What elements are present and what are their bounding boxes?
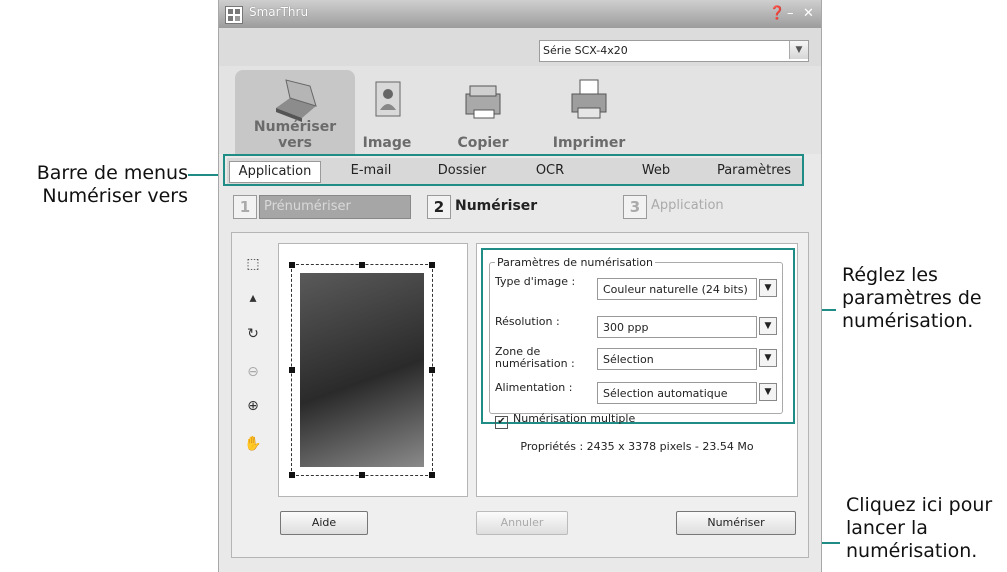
callout-line-3: numérisation. xyxy=(842,310,974,332)
tool-copy[interactable]: Copier xyxy=(433,70,533,154)
step-1-number: 1 xyxy=(233,195,257,219)
menu-bar-highlight xyxy=(223,154,804,186)
selection-handle[interactable] xyxy=(289,262,295,268)
scan-panel: ⬚ ▴ ↻ ⊖ ⊕ ✋ Paramètres de numérisation T… xyxy=(231,232,809,558)
callout-menu-bar: Barre de menus Numériser vers xyxy=(8,162,188,208)
tool-bar: Numériser vers Image Copier Imprimer xyxy=(219,66,821,154)
image-type-select[interactable]: Couleur naturelle (24 bits) xyxy=(597,278,757,300)
help-icon[interactable]: ❓ xyxy=(769,6,785,21)
chevron-down-icon[interactable]: ▼ xyxy=(789,41,808,59)
callout-menu-connector xyxy=(188,174,222,176)
settings-group-title: Paramètres de numérisation xyxy=(495,256,656,269)
preview-image xyxy=(300,273,424,467)
feed-select[interactable]: Sélection automatique xyxy=(597,382,757,404)
step-1-tab[interactable]: Prénumériser xyxy=(259,195,411,219)
model-bar: Série SCX-4x20 ▼ xyxy=(219,28,821,67)
chevron-down-icon[interactable]: ▼ xyxy=(759,383,777,401)
tool-label: Image xyxy=(362,135,412,151)
callout-line-1: Réglez les xyxy=(842,264,938,286)
step-1-label: Prénumériser xyxy=(264,199,351,214)
window-title: SmarThru xyxy=(249,5,309,19)
preview-toolstrip: ⬚ ▴ ↻ ⊖ ⊕ ✋ xyxy=(232,243,276,493)
step-3-label[interactable]: Application xyxy=(651,198,724,213)
image-type-value: Couleur naturelle (24 bits) xyxy=(603,283,748,296)
tool-image[interactable]: Image xyxy=(347,70,427,154)
zoom-out-icon[interactable]: ⊖ xyxy=(242,361,264,383)
chevron-down-icon[interactable]: ▼ xyxy=(759,349,777,367)
chevron-down-icon[interactable]: ▼ xyxy=(759,279,777,297)
chevron-down-icon[interactable]: ▼ xyxy=(759,317,777,335)
copier-icon xyxy=(465,85,501,119)
tool-print[interactable]: Imprimer xyxy=(539,70,639,154)
step-2-label[interactable]: Numériser xyxy=(455,198,537,214)
scan-area-label: Zone de numérisation : xyxy=(495,346,575,370)
help-button[interactable]: Aide xyxy=(280,511,368,535)
rotate-icon[interactable]: ↻ xyxy=(242,323,264,345)
model-select-value: Série SCX-4x20 xyxy=(543,44,628,57)
callout-settings: Réglez les paramètres de numérisation. xyxy=(842,264,982,333)
checkbox-check[interactable]: ✔ xyxy=(495,416,508,429)
tool-scan-to[interactable]: Numériser vers xyxy=(235,70,355,154)
tool-label: Copier xyxy=(457,135,509,151)
selection-handle[interactable] xyxy=(359,472,365,478)
image-type-label: Type d'image : xyxy=(495,275,576,288)
close-icon[interactable]: ✕ xyxy=(803,6,814,21)
step-3-number: 3 xyxy=(623,195,647,219)
feed-value: Sélection automatique xyxy=(603,387,728,400)
minimize-icon[interactable]: – xyxy=(787,6,794,21)
selection-handle[interactable] xyxy=(429,367,435,373)
scan-area-label-line: numérisation : xyxy=(495,357,575,370)
scan-area-value: Sélection xyxy=(603,353,654,366)
multi-scan-checkbox[interactable]: ✔ Numérisation multiple xyxy=(495,412,635,429)
step-bar: 1 Prénumériser 2 Numériser 3 Application xyxy=(227,195,817,223)
tool-label: Imprimer xyxy=(552,135,626,151)
selection-handle[interactable] xyxy=(289,472,295,478)
printer-icon xyxy=(571,79,607,119)
image-properties: Propriétés : 2435 x 3378 pixels - 23.54 … xyxy=(520,440,754,453)
zoom-in-icon[interactable]: ⊕ xyxy=(242,395,264,417)
feed-label: Alimentation : xyxy=(495,381,573,394)
model-select[interactable]: Série SCX-4x20 ▼ xyxy=(539,40,809,62)
select-area-icon[interactable]: ⬚ xyxy=(242,253,264,275)
scan-button[interactable]: Numériser xyxy=(676,511,796,535)
preview-selection[interactable] xyxy=(289,262,435,478)
callout-line-2: paramètres de xyxy=(842,287,982,309)
scan-area-select[interactable]: Sélection xyxy=(597,348,757,370)
step-2-number: 2 xyxy=(427,195,451,219)
callout-scan: Cliquez ici pour lancer la numérisation. xyxy=(846,494,992,563)
callout-line-2: Numériser vers xyxy=(42,185,188,207)
smarthru-window: SmarThru ❓ – ✕ Série SCX-4x20 ▼ Numérise… xyxy=(218,0,822,572)
resolution-value: 300 ppp xyxy=(603,321,649,334)
title-bar: SmarThru ❓ – ✕ xyxy=(219,0,821,28)
app-logo-icon xyxy=(225,6,243,24)
resolution-label: Résolution : xyxy=(495,315,560,328)
image-icon xyxy=(375,81,401,117)
multi-scan-label: Numérisation multiple xyxy=(513,412,636,425)
flip-icon[interactable]: ▴ xyxy=(242,287,264,309)
callout-line-1: Cliquez ici pour xyxy=(846,494,993,516)
callout-line-2: lancer la xyxy=(846,517,928,539)
scanner-icon xyxy=(276,79,317,122)
resolution-select[interactable]: 300 ppp xyxy=(597,316,757,338)
settings-pane: Paramètres de numérisation Type d'image … xyxy=(476,243,798,497)
tool-label: Numériser vers xyxy=(253,119,337,151)
cancel-button[interactable]: Annuler xyxy=(476,511,568,535)
preview-pane[interactable] xyxy=(278,243,468,497)
callout-line-1: Barre de menus xyxy=(36,162,188,184)
hand-icon[interactable]: ✋ xyxy=(242,433,264,455)
selection-handle[interactable] xyxy=(429,262,435,268)
callout-line-3: numérisation. xyxy=(846,540,978,562)
selection-handle[interactable] xyxy=(429,472,435,478)
selection-handle[interactable] xyxy=(359,262,365,268)
selection-handle[interactable] xyxy=(289,367,295,373)
